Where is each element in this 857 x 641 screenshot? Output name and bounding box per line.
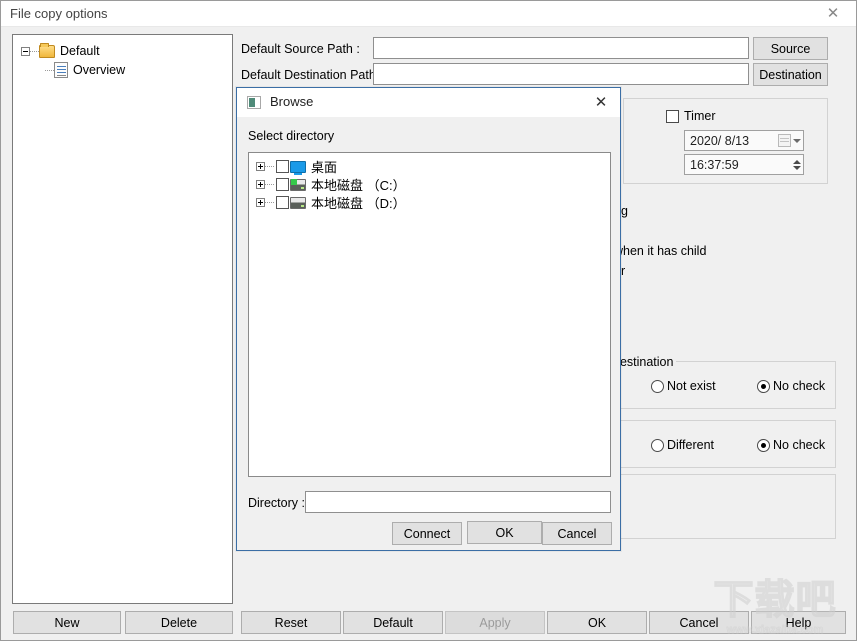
- checkbox-box[interactable]: [276, 160, 289, 173]
- source-path-label: Default Source Path :: [241, 42, 360, 56]
- radio-not-exist[interactable]: Not exist: [651, 379, 716, 393]
- monitor-icon: [290, 160, 306, 175]
- tree-connector: [30, 50, 39, 52]
- radio-label: No check: [773, 379, 826, 393]
- occluded-option-label-3: when it has child: [614, 244, 707, 258]
- tree-connector: [265, 184, 274, 185]
- radio-different[interactable]: Different: [651, 438, 714, 452]
- collapse-icon[interactable]: [21, 46, 30, 56]
- spinner-up-icon[interactable]: [793, 159, 801, 164]
- close-icon[interactable]: ✕: [810, 1, 856, 26]
- source-path-input[interactable]: [373, 37, 749, 59]
- ok-button[interactable]: OK: [547, 611, 647, 634]
- tree-item-label: Overview: [73, 63, 126, 77]
- lower-options-group: [601, 474, 836, 539]
- directory-label: Directory :: [248, 496, 305, 510]
- list-item-label: 本地磁盘 （C:）: [311, 178, 406, 193]
- timer-group: Timer 2020/ 8/13 16:37:59: [623, 98, 828, 184]
- radio-label: Different: [667, 438, 715, 452]
- file-copy-options-window: File copy options ✕ Default Overview Def…: [0, 0, 857, 641]
- window-title-bar: File copy options ✕: [1, 1, 856, 27]
- drive-icon: [290, 196, 306, 209]
- radio-label: No check: [773, 438, 826, 452]
- radio-label: Not exist: [667, 379, 716, 393]
- destination-button[interactable]: Destination: [753, 63, 828, 86]
- page-title: File copy options: [10, 6, 108, 21]
- calendar-icon[interactable]: [778, 134, 791, 147]
- timer-date-field[interactable]: 2020/ 8/13: [684, 130, 804, 151]
- timer-time-value: 16:37:59: [690, 157, 739, 172]
- browse-dialog-title-bar: Browse ✕: [237, 88, 620, 117]
- tree-connector: [45, 69, 54, 71]
- tree-item-default[interactable]: Default: [21, 42, 100, 60]
- profile-tree-panel[interactable]: Default Overview: [12, 34, 233, 604]
- tree-connector: [265, 166, 274, 167]
- radio-dot[interactable]: [757, 379, 770, 393]
- default-button[interactable]: Default: [343, 611, 443, 634]
- reset-button[interactable]: Reset: [241, 611, 341, 634]
- radio-dot[interactable]: [757, 438, 770, 452]
- document-icon: [54, 62, 68, 78]
- checkbox-box[interactable]: [276, 196, 289, 209]
- list-item-label: 本地磁盘 （D:）: [311, 196, 406, 211]
- radio-no-check-compare[interactable]: No check: [757, 438, 825, 452]
- folder-icon: [39, 42, 55, 58]
- new-button[interactable]: New: [13, 611, 121, 634]
- checkbox-box[interactable]: [276, 178, 289, 191]
- list-item[interactable]: 桌面: [256, 158, 337, 175]
- list-item[interactable]: 本地磁盘 （D:）: [256, 194, 406, 211]
- list-item[interactable]: 本地磁盘 （C:）: [256, 176, 406, 193]
- chevron-down-icon[interactable]: [793, 138, 801, 143]
- timer-date-value: 2020/ 8/13: [690, 133, 750, 148]
- cancel-button[interactable]: Cancel: [649, 611, 749, 634]
- up-down-spinner-icon[interactable]: [793, 159, 801, 170]
- expand-icon[interactable]: [256, 180, 265, 189]
- destination-path-label: Default Destination Path :: [241, 68, 383, 82]
- browse-cancel-button[interactable]: Cancel: [542, 522, 612, 545]
- browse-dialog-title: Browse: [270, 94, 314, 109]
- destination-path-input[interactable]: [373, 63, 749, 85]
- spinner-down-icon[interactable]: [793, 165, 801, 170]
- directory-tree-listbox[interactable]: 桌面 本地磁盘 （C:） 本地磁盘 （D:）: [248, 152, 611, 477]
- help-button[interactable]: Help: [751, 611, 846, 634]
- close-icon[interactable]: ✕: [590, 92, 612, 112]
- delete-button[interactable]: Delete: [125, 611, 233, 634]
- expand-icon[interactable]: [256, 162, 265, 171]
- expand-icon[interactable]: [256, 198, 265, 207]
- list-item-label: 桌面: [311, 160, 338, 175]
- drive-icon-system: [290, 178, 306, 191]
- browse-dialog: Browse ✕ Select directory 桌面 本地磁盘 （C:） 本…: [236, 87, 621, 551]
- radio-dot[interactable]: [651, 438, 664, 452]
- date-controls[interactable]: [778, 132, 801, 149]
- source-button[interactable]: Source: [753, 37, 828, 60]
- tree-connector: [265, 202, 274, 203]
- compare-check-group: Different No check: [601, 420, 836, 468]
- checkbox-box[interactable]: [666, 109, 679, 123]
- tree-item-overview[interactable]: Overview: [45, 61, 125, 79]
- tree-item-label: Default: [60, 44, 100, 58]
- timer-time-field[interactable]: 16:37:59: [684, 154, 804, 175]
- apply-button[interactable]: Apply: [445, 611, 545, 634]
- browse-window-icon: [247, 96, 261, 109]
- timer-label: Timer: [684, 109, 716, 123]
- connect-button[interactable]: Connect: [392, 522, 462, 545]
- destination-check-group: destination Not exist No check: [601, 355, 836, 409]
- browse-ok-button[interactable]: OK: [467, 521, 542, 544]
- radio-no-check-destination[interactable]: No check: [757, 379, 825, 393]
- time-controls[interactable]: [793, 156, 801, 173]
- select-directory-label: Select directory: [248, 129, 335, 143]
- timer-checkbox[interactable]: Timer: [666, 109, 715, 123]
- directory-input[interactable]: [305, 491, 611, 513]
- radio-dot[interactable]: [651, 379, 664, 393]
